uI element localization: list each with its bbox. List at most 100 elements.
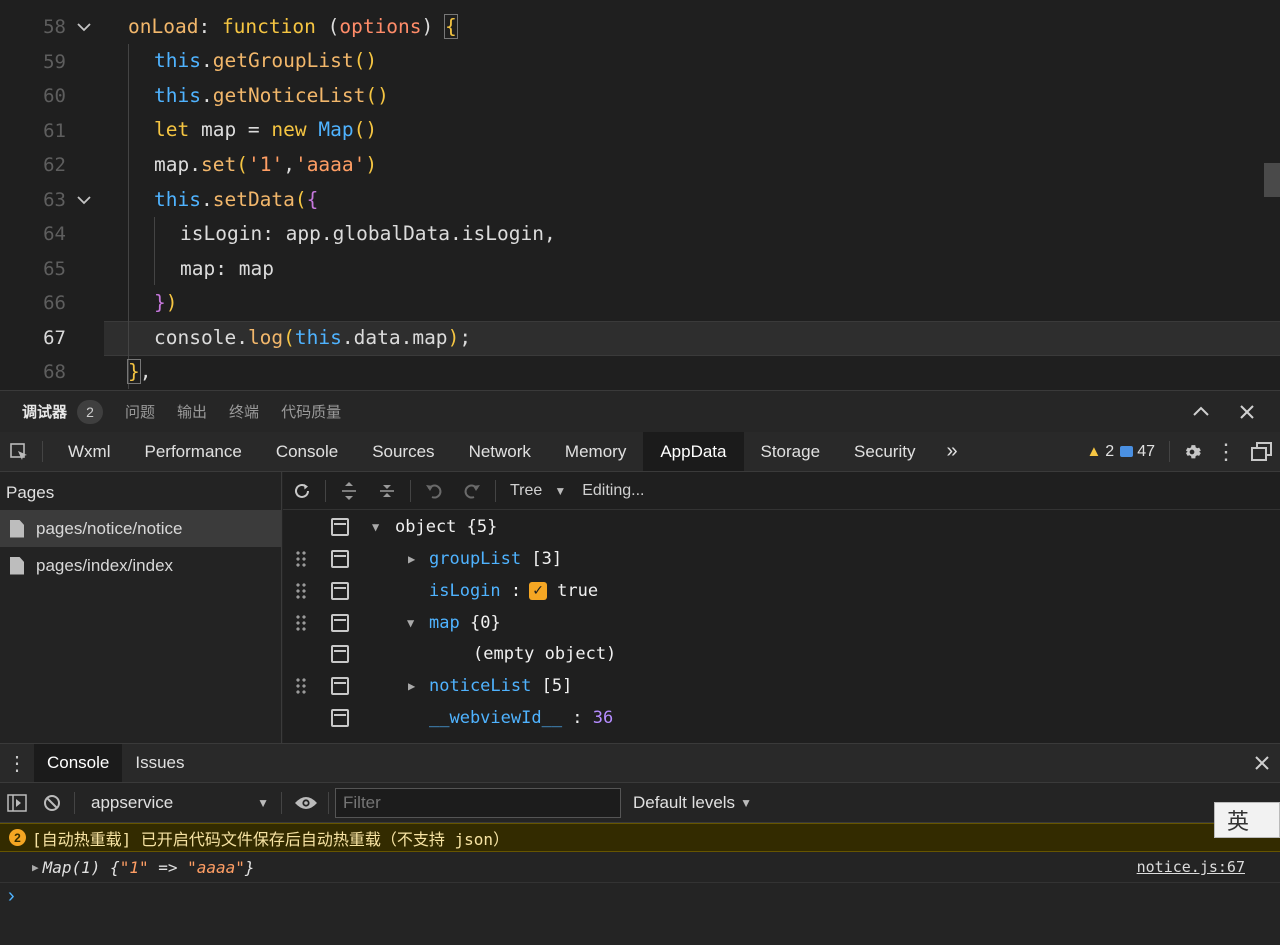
- row-menu-icon[interactable]: [331, 709, 349, 727]
- eye-icon[interactable]: [288, 795, 324, 811]
- page-item-notice[interactable]: pages/notice/notice: [0, 510, 281, 547]
- drawer-tab-issues[interactable]: Issues: [122, 744, 197, 782]
- kebab-menu-icon[interactable]: ⋮: [1208, 432, 1244, 471]
- appdata-panel: Tree ▼ Editing... ▼ object {5} ▶ groupLi…: [283, 472, 1280, 743]
- code-line-67[interactable]: console.log(this.data.map);: [154, 321, 471, 355]
- collapsed-triangle-icon[interactable]: ▶: [408, 552, 415, 566]
- tab-debugger[interactable]: 调试器 2: [22, 399, 104, 424]
- line-number: 65: [43, 258, 66, 280]
- context-select[interactable]: appservice ▼: [83, 793, 275, 813]
- close-drawer-icon[interactable]: [1244, 744, 1280, 782]
- clear-console-icon[interactable]: [34, 794, 70, 812]
- code-editor[interactable]: 58 59 60 61 62 63 64 65 66 67 68 onLoad: function …: [0, 0, 1280, 390]
- log-levels-select[interactable]: Default levels ▼: [633, 793, 752, 813]
- islogin-checkbox[interactable]: ✓: [529, 582, 548, 600]
- code-line-68[interactable]: },: [127, 355, 152, 389]
- expanded-triangle-icon[interactable]: ▼: [407, 616, 414, 630]
- pages-sidebar: Pages pages/notice/notice pages/index/in…: [0, 472, 282, 743]
- hot-reload-warning-row[interactable]: 2 [自动热重载] 已开启代码文件保存后自动热重载（不支持 json）: [0, 823, 1280, 852]
- prompt-chevron-icon: ›: [8, 885, 15, 907]
- code-line-60[interactable]: this.getNoticeList(): [154, 79, 389, 113]
- drag-handle-icon[interactable]: [295, 550, 307, 568]
- inspect-element-icon[interactable]: [0, 432, 38, 471]
- drag-handle-icon[interactable]: [295, 614, 307, 632]
- line-number: 68: [43, 361, 66, 383]
- row-menu-icon[interactable]: [331, 550, 349, 568]
- row-menu-icon[interactable]: [331, 645, 349, 663]
- page-item-index[interactable]: pages/index/index: [0, 547, 281, 584]
- toolbar-separator: [74, 791, 75, 814]
- view-mode-select[interactable]: Tree ▼: [510, 482, 566, 500]
- tree-row-map[interactable]: ▼ map {0}: [283, 607, 1280, 639]
- code-line-61[interactable]: let map = new Map(): [154, 113, 377, 147]
- map-label: map {0}: [429, 613, 501, 633]
- code-line-63[interactable]: this.setData({: [154, 183, 318, 217]
- tab-output[interactable]: 输出: [177, 401, 207, 422]
- tab-code-quality[interactable]: 代码质量: [281, 401, 341, 422]
- line-number: 63: [43, 189, 66, 211]
- row-menu-icon[interactable]: [331, 518, 349, 536]
- expanded-triangle-icon[interactable]: ▼: [372, 520, 379, 534]
- file-icon: [10, 519, 24, 538]
- undo-icon[interactable]: [415, 472, 453, 510]
- tree-row-grouplist[interactable]: ▶ groupList [3]: [283, 543, 1280, 575]
- undock-icon[interactable]: [1244, 432, 1280, 471]
- devtools-tab-wxml[interactable]: Wxml: [51, 432, 127, 471]
- appdata-toolbar: Tree ▼ Editing...: [283, 472, 1280, 510]
- fold-chevron-icon[interactable]: [74, 183, 94, 217]
- drawer-tab-console[interactable]: Console: [34, 744, 123, 782]
- log-source-link[interactable]: notice.js:67: [1137, 858, 1245, 876]
- tree-row-empty: (empty object): [283, 638, 1280, 670]
- message-count: 47: [1137, 442, 1155, 460]
- toolbar-separator: [1169, 441, 1170, 462]
- devtools-tab-network[interactable]: Network: [452, 432, 548, 471]
- warning-count-badge: 2: [9, 829, 26, 846]
- code-line-66[interactable]: }): [154, 286, 178, 320]
- code-line-64[interactable]: isLogin: app.globalData.isLogin,: [180, 217, 556, 251]
- devtools-tab-console[interactable]: Console: [259, 432, 355, 471]
- console-log-row[interactable]: ▶ Map(1) {"1" => "aaaa"} notice.js:67: [0, 852, 1280, 883]
- expand-triangle-icon[interactable]: ▶: [32, 861, 39, 874]
- code-line-59[interactable]: this.getGroupList(): [154, 44, 377, 78]
- devtools-tab-storage[interactable]: Storage: [744, 432, 838, 471]
- drawer-menu-icon[interactable]: ⋮: [0, 744, 34, 782]
- settings-gear-icon[interactable]: [1176, 432, 1208, 471]
- code-line-58[interactable]: onLoad: function (options) {: [128, 10, 458, 44]
- line-number: 62: [43, 154, 66, 176]
- collapse-all-icon[interactable]: [368, 472, 406, 510]
- devtools-tab-performance[interactable]: Performance: [127, 432, 258, 471]
- tree-row-root[interactable]: ▼ object {5}: [283, 511, 1280, 543]
- toolbar-separator: [495, 479, 496, 502]
- tab-issues[interactable]: 问题: [125, 401, 155, 422]
- issue-counters[interactable]: ▲ 2 47: [1078, 432, 1163, 471]
- noticelist-label: noticeList [5]: [429, 676, 573, 696]
- tree-row-noticelist[interactable]: ▶ noticeList [5]: [283, 670, 1280, 702]
- devtools-tab-sources[interactable]: Sources: [355, 432, 451, 471]
- more-tabs-button[interactable]: »: [932, 432, 971, 471]
- toolbar-separator: [42, 441, 43, 462]
- tab-terminal[interactable]: 终端: [229, 401, 259, 422]
- tree-row-islogin[interactable]: isLogin : ✓ true: [283, 575, 1280, 607]
- devtools-tab-security[interactable]: Security: [837, 432, 932, 471]
- refresh-icon[interactable]: [283, 472, 321, 510]
- devtools-tab-appdata[interactable]: AppData: [643, 432, 744, 471]
- collapse-panel-icon[interactable]: [1190, 391, 1212, 433]
- code-line-65[interactable]: map: map: [180, 252, 274, 286]
- show-sidebar-icon[interactable]: [0, 793, 34, 812]
- redo-icon[interactable]: [453, 472, 491, 510]
- devtools-tab-memory[interactable]: Memory: [548, 432, 643, 471]
- row-menu-icon[interactable]: [331, 677, 349, 695]
- collapsed-triangle-icon[interactable]: ▶: [408, 679, 415, 693]
- tree-row-webviewid[interactable]: __webviewId__ : 36: [283, 702, 1280, 734]
- drag-handle-icon[interactable]: [295, 677, 307, 695]
- editor-scrollbar-thumb[interactable]: [1264, 163, 1280, 197]
- row-menu-icon[interactable]: [331, 582, 349, 600]
- close-panel-icon[interactable]: [1236, 391, 1258, 433]
- drag-handle-icon[interactable]: [295, 582, 307, 600]
- console-filter-input[interactable]: [335, 787, 621, 818]
- code-line-62[interactable]: map.set('1','aaaa'): [154, 148, 377, 182]
- fold-chevron-icon[interactable]: [74, 10, 94, 44]
- row-menu-icon[interactable]: [331, 614, 349, 632]
- expand-all-icon[interactable]: [330, 472, 368, 510]
- console-prompt[interactable]: ›: [0, 883, 1280, 945]
